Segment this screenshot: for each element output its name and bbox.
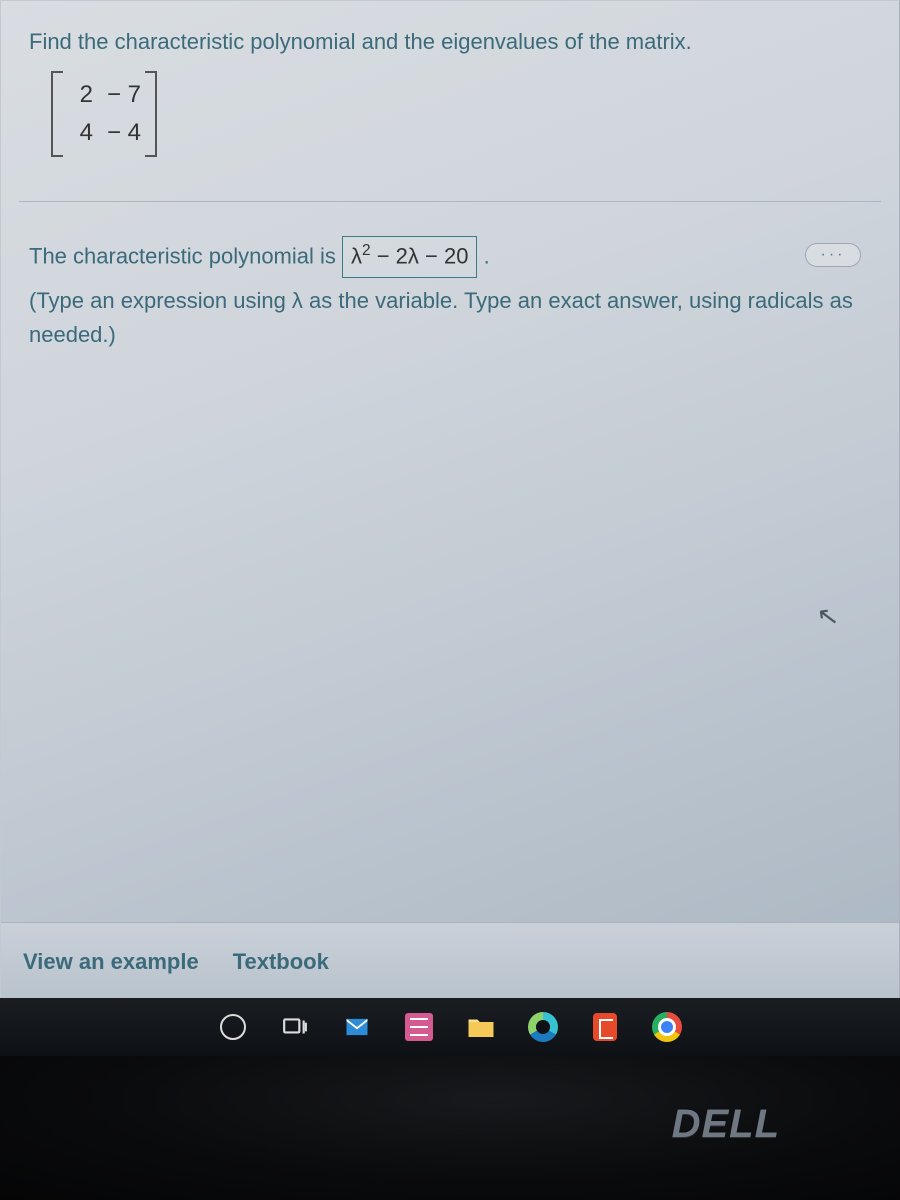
answer-hint: (Type an expression using λ as the varia… — [29, 284, 871, 352]
chrome-icon[interactable] — [650, 1010, 684, 1044]
cortana-circle-icon[interactable] — [216, 1010, 250, 1044]
calculator-icon[interactable] — [402, 1010, 436, 1044]
answer-lead-text: The characteristic polynomial is — [29, 243, 342, 268]
task-view-icon[interactable] — [278, 1010, 312, 1044]
laptop-bezel: DELL — [0, 1056, 900, 1200]
answer-input[interactable]: λ2 − 2λ − 20 — [342, 236, 477, 278]
matrix: 2 − 7 4 − 4 — [51, 71, 157, 157]
cursor-icon: ↖ — [815, 600, 841, 634]
answer-trail-text: . — [484, 243, 490, 268]
matrix-cell-r2c1: 4 — [67, 119, 93, 147]
more-options-button[interactable]: ··· — [805, 243, 861, 267]
brand-logo: DELL — [672, 1102, 780, 1147]
question-panel: Find the characteristic polynomial and t… — [0, 0, 900, 1000]
help-bar: View an example Textbook — [1, 922, 899, 1000]
answer-section: The characteristic polynomial is λ2 − 2λ… — [1, 202, 899, 353]
file-explorer-icon[interactable] — [464, 1010, 498, 1044]
question-prompt: Find the characteristic polynomial and t… — [29, 27, 871, 57]
matrix-cell-r1c2: − 7 — [107, 81, 141, 109]
matrix-cell-r1c1: 2 — [67, 81, 93, 109]
view-example-link[interactable]: View an example — [23, 949, 199, 975]
question-header: Find the characteristic polynomial and t… — [1, 1, 899, 175]
matrix-cell-r2c2: − 4 — [107, 119, 141, 147]
ellipsis-icon: ··· — [821, 246, 846, 264]
edge-icon[interactable] — [526, 1010, 560, 1044]
textbook-link[interactable]: Textbook — [233, 949, 329, 975]
mail-icon[interactable] — [340, 1010, 374, 1044]
office-icon[interactable] — [588, 1010, 622, 1044]
windows-taskbar — [0, 998, 900, 1056]
